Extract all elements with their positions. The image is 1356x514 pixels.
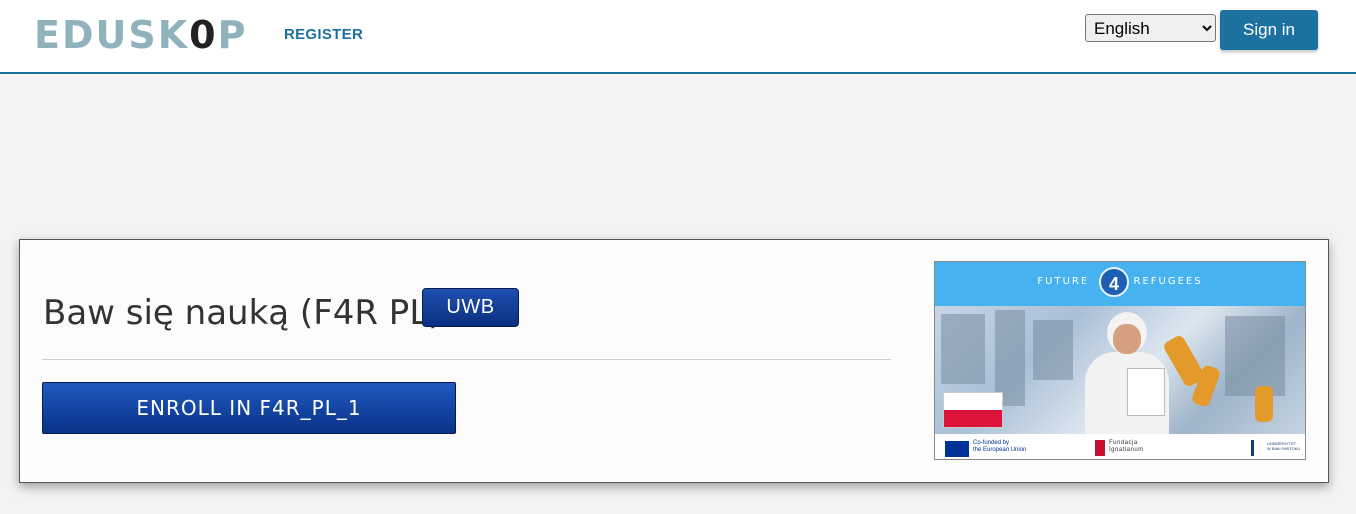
banner-header: FUTURE REFUGEES 4 [935,262,1305,306]
person-face [1113,324,1141,354]
foundation-text: Fundacja Ignatianum [1109,440,1144,453]
site-header: EDUSK0P REGISTER English Sign in [0,0,1356,74]
machine-shape [1225,316,1285,396]
sign-in-button[interactable]: Sign in [1220,10,1318,50]
course-title: Baw się nauką (F4R PL) [43,293,442,333]
banner-four-logo: 4 [1099,267,1129,297]
eu-flag-icon [945,441,969,457]
banner-text-refugees: REFUGEES [1133,276,1203,287]
held-sign [1127,368,1165,416]
divider [42,359,891,360]
university-icon [1251,440,1263,456]
logo-text-a: EDUSK [34,13,190,57]
robot-arm [1255,386,1273,422]
logo-text-b: P [217,13,248,57]
organization-badge: UWB [422,288,519,327]
register-link[interactable]: REGISTER [284,26,363,43]
poland-flag [943,392,1003,428]
university-text: UNIWERSYTET W BIAŁYMSTOKU [1267,441,1301,451]
machine-shape [1033,320,1073,380]
language-select[interactable]: English [1085,14,1216,42]
enroll-button[interactable]: ENROLL IN F4R_PL_1 [42,382,456,434]
course-card: Baw się nauką (F4R PL) UWB ENROLL IN F4R… [19,239,1329,483]
banner-footer: Co-funded by the European Union Fundacja… [935,434,1305,459]
machine-shape [941,314,985,384]
eu-cofunded-text: Co-funded by the European Union [973,440,1027,453]
eduskop-logo[interactable]: EDUSK0P [34,12,247,58]
foundation-icon [1095,440,1105,456]
banner-text-future: FUTURE [1037,276,1090,287]
logo-text-zero: 0 [189,13,218,57]
factory-photo [935,306,1305,434]
course-banner-image: FUTURE REFUGEES 4 Co-funded by the Europ… [934,261,1306,460]
